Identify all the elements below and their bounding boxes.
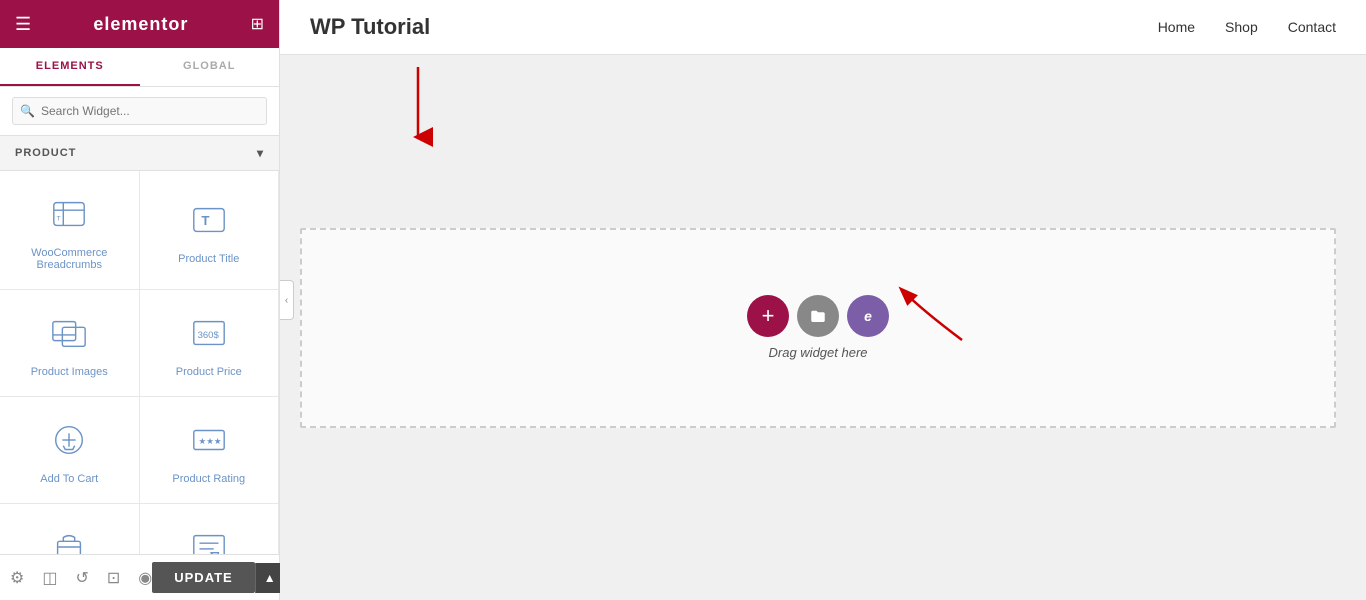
nav-shop[interactable]: Shop	[1225, 19, 1258, 35]
layers-icon[interactable]: ◫	[42, 568, 57, 588]
top-nav: Home Shop Contact	[1158, 19, 1336, 35]
section-label: PRODUCT	[15, 147, 76, 159]
history-icon[interactable]: ↺	[75, 568, 88, 588]
update-button[interactable]: UPDATE	[152, 562, 254, 593]
eye-icon[interactable]: ◉	[138, 568, 152, 588]
settings-icon[interactable]: ⚙	[10, 568, 24, 588]
search-input[interactable]	[12, 97, 267, 125]
brand-label: elementor	[93, 14, 188, 35]
widget-icon-breadcrumbs: T	[44, 189, 94, 239]
widget-product-price[interactable]: 360$ Product Price	[140, 290, 280, 397]
top-bar: WP Tutorial Home Shop Contact	[280, 0, 1366, 55]
navigator-icon[interactable]: ⊡	[107, 568, 120, 588]
widget-icon-title: T	[184, 195, 234, 245]
section-header-product: PRODUCT ▾	[0, 136, 279, 171]
widget-product-images[interactable]: Product Images	[0, 290, 140, 397]
widget-label-cart: Add To Cart	[40, 473, 98, 485]
add-template-button[interactable]	[797, 295, 839, 337]
chevron-down-icon[interactable]: ▾	[257, 146, 264, 160]
sidebar-search: 🔍	[0, 87, 279, 136]
page-title: WP Tutorial	[310, 14, 430, 40]
nav-home[interactable]: Home	[1158, 19, 1195, 35]
canvas-inner: + e Drag widget here	[280, 55, 1366, 600]
bottom-bar: ⚙ ◫ ↺ ⊡ ◉ UPDATE ▲	[0, 554, 279, 600]
red-arrow-2	[882, 280, 1002, 360]
widget-icon-price: 360$	[184, 308, 234, 358]
widget-product-rating[interactable]: ★★★ Product Rating	[140, 397, 280, 504]
widget-add-to-cart[interactable]: Add To Cart	[0, 397, 140, 504]
svg-text:T: T	[57, 216, 61, 223]
canvas-area: ‹ WP Tutorial Home Shop Contact +	[280, 0, 1366, 600]
widget-icon-meta	[184, 522, 234, 554]
widget-product-stock[interactable]: Product Stock	[0, 504, 140, 554]
widget-label-breadcrumbs: WooCommerce Breadcrumbs	[8, 247, 131, 271]
svg-text:T: T	[201, 213, 209, 228]
widget-icon-rating: ★★★	[184, 415, 234, 465]
widget-label-images: Product Images	[31, 366, 108, 378]
grid-icon[interactable]: ⊞	[251, 14, 264, 34]
search-icon: 🔍	[20, 104, 35, 118]
widget-icon-stock	[44, 522, 94, 554]
svg-text:★★★: ★★★	[198, 436, 221, 446]
elementor-template-button[interactable]: e	[847, 295, 889, 337]
drop-zone-actions: + e Drag widget here	[747, 295, 889, 360]
add-section-button[interactable]: +	[747, 295, 789, 337]
drop-label: Drag widget here	[769, 345, 868, 360]
widget-label-title: Product Title	[178, 253, 239, 265]
sidebar-header: ☰ elementor ⊞	[0, 0, 279, 48]
collapse-sidebar-handle[interactable]: ‹	[280, 280, 294, 320]
bottom-icons: ⚙ ◫ ↺ ⊡ ◉	[10, 568, 152, 588]
widget-icon-cart	[44, 415, 94, 465]
widget-label-price: Product Price	[176, 366, 242, 378]
sidebar: ☰ elementor ⊞ ELEMENTS GLOBAL 🔍 PRODUCT …	[0, 0, 280, 600]
tab-global[interactable]: GLOBAL	[140, 48, 280, 86]
hamburger-icon[interactable]: ☰	[15, 14, 31, 35]
sidebar-tabs: ELEMENTS GLOBAL	[0, 48, 279, 87]
tab-elements[interactable]: ELEMENTS	[0, 48, 140, 86]
widget-product-title[interactable]: T Product Title	[140, 171, 280, 290]
widget-icon-images	[44, 308, 94, 358]
widget-product-meta[interactable]: Product Meta	[140, 504, 280, 554]
widget-woocommerce-breadcrumbs[interactable]: T WooCommerce Breadcrumbs	[0, 171, 140, 290]
nav-contact[interactable]: Contact	[1288, 19, 1336, 35]
svg-text:360$: 360$	[197, 330, 219, 341]
drop-zone[interactable]: + e Drag widget here	[300, 228, 1336, 428]
update-section: UPDATE ▲	[152, 562, 283, 593]
widget-grid: T WooCommerce Breadcrumbs T Product Titl…	[0, 171, 279, 554]
widget-label-rating: Product Rating	[172, 473, 245, 485]
drop-buttons: + e	[747, 295, 889, 337]
